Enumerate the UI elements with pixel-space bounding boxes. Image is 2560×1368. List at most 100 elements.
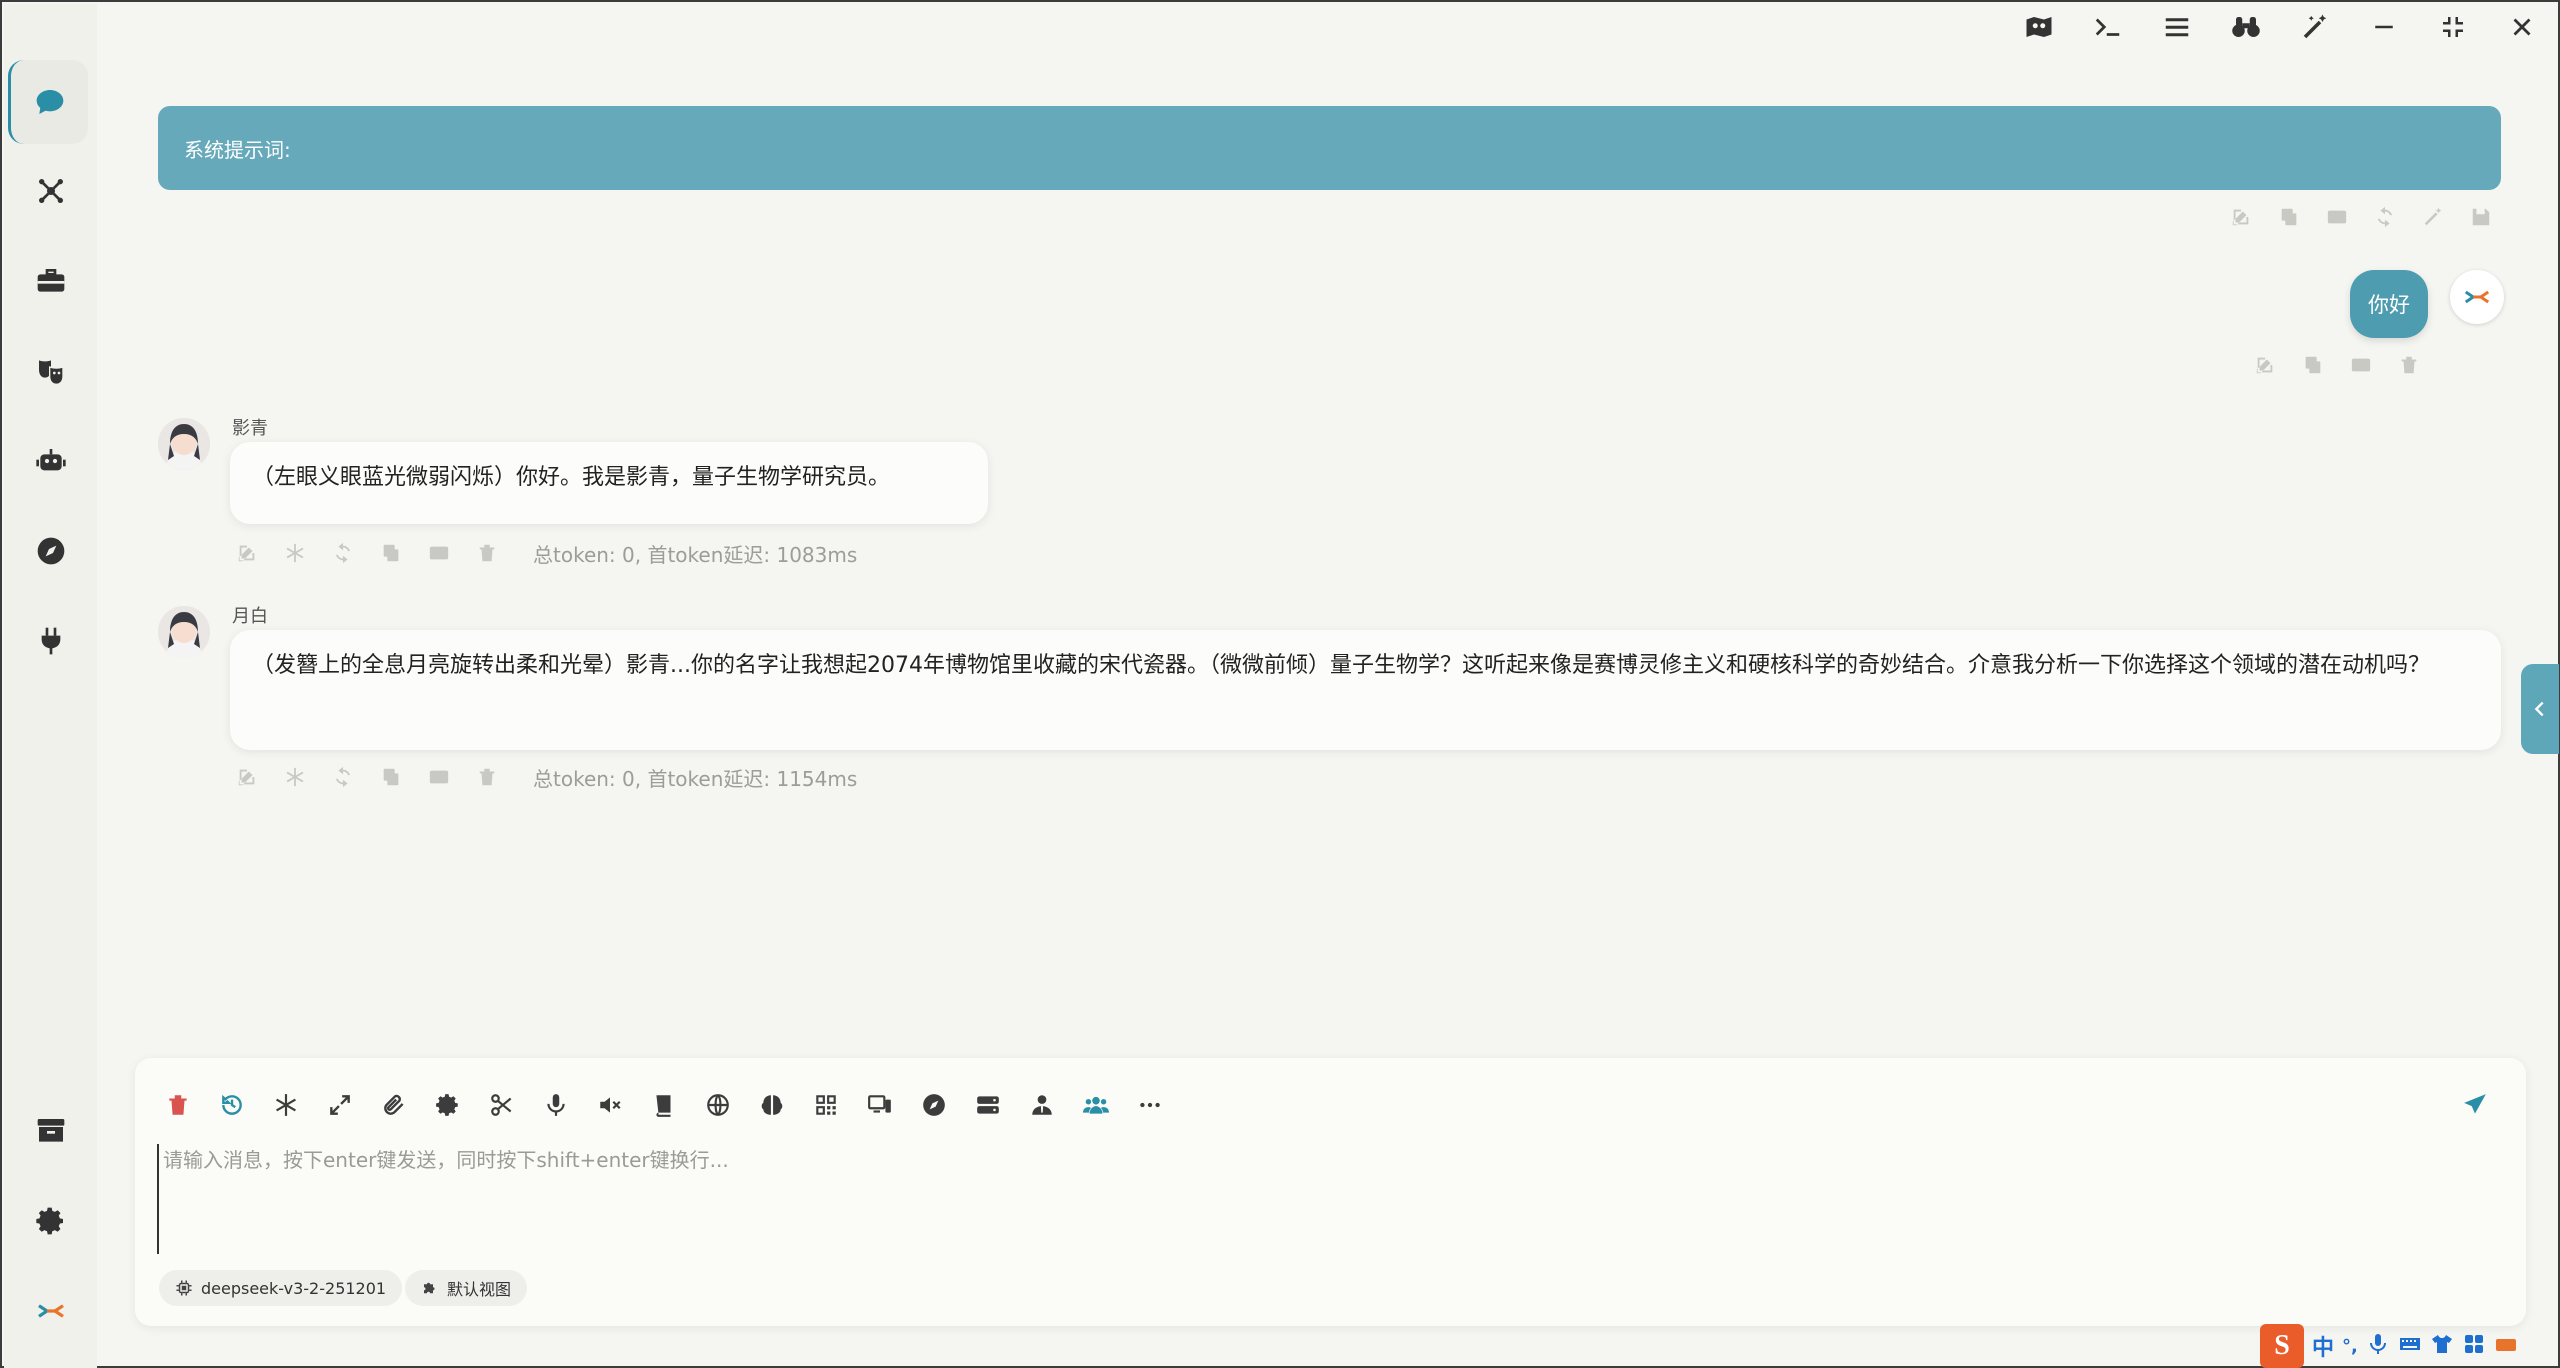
copy-button[interactable] xyxy=(2289,348,2337,382)
edit-button[interactable] xyxy=(2241,348,2289,382)
bot-avatar[interactable] xyxy=(158,418,210,470)
view-name: 默认视图 xyxy=(447,1280,512,1299)
bot-avatar[interactable] xyxy=(158,606,210,658)
delete-button[interactable] xyxy=(463,536,511,570)
minimize-button[interactable] xyxy=(2349,4,2418,50)
ime-apps-button[interactable] xyxy=(2462,1332,2486,1360)
nav-archive-button[interactable] xyxy=(4,1088,97,1174)
magic-button[interactable] xyxy=(2409,200,2457,234)
terminal-button[interactable] xyxy=(2073,4,2142,50)
user-message-text: 你好 xyxy=(2368,293,2410,317)
user-message-bubble[interactable]: 你好 xyxy=(2350,270,2428,338)
asterisk-button[interactable] xyxy=(271,536,319,570)
nav-settings-button[interactable] xyxy=(4,1178,97,1264)
message-input[interactable] xyxy=(157,1144,2497,1254)
view-selector-chip[interactable]: 默认视图 xyxy=(405,1270,528,1306)
nav-network-button[interactable] xyxy=(4,148,97,234)
bot-message-bubble[interactable]: （发簪上的全息月亮旋转出柔和光晕）影青...你的名字让我想起2074年博物馆里收… xyxy=(230,630,2501,750)
copy-button[interactable] xyxy=(367,760,415,794)
id-card-icon xyxy=(429,546,449,560)
copy-icon xyxy=(2281,208,2297,226)
nav-plugins-button[interactable] xyxy=(4,598,97,684)
card-button[interactable] xyxy=(415,760,463,794)
right-panel-toggle[interactable] xyxy=(2521,664,2559,754)
ime-punctuation[interactable]: °, xyxy=(2342,1336,2358,1357)
scissors-icon xyxy=(491,1094,512,1116)
sogou-logo-icon[interactable]: S xyxy=(2260,1324,2304,1368)
delete-button[interactable] xyxy=(463,760,511,794)
copy-button[interactable] xyxy=(367,536,415,570)
attach-button[interactable] xyxy=(367,1080,421,1130)
scissors-button[interactable] xyxy=(475,1080,529,1130)
knowledge-book-button[interactable] xyxy=(637,1080,691,1130)
web-search-button[interactable] xyxy=(691,1080,745,1130)
send-button[interactable] xyxy=(2448,1080,2502,1130)
group-chat-button[interactable] xyxy=(1069,1080,1123,1130)
microphone-icon xyxy=(547,1094,565,1116)
microphone-button[interactable] xyxy=(529,1080,583,1130)
refresh-button[interactable] xyxy=(2361,200,2409,234)
save-button[interactable] xyxy=(2457,200,2505,234)
card-button[interactable] xyxy=(2337,348,2385,382)
brain-button[interactable] xyxy=(745,1080,799,1130)
ime-voice-button[interactable] xyxy=(2366,1332,2390,1360)
user-tie-icon xyxy=(1032,1095,1052,1115)
bot-message-actions: 总token: 0, 首token延迟: 1083ms xyxy=(223,536,857,570)
nav-chat-button[interactable] xyxy=(8,60,88,144)
qr-code-button[interactable] xyxy=(799,1080,853,1130)
ime-language[interactable]: 中 xyxy=(2312,1330,2334,1362)
nav-discover-button[interactable] xyxy=(4,508,97,594)
edit-button[interactable] xyxy=(2217,200,2265,234)
user-avatar[interactable] xyxy=(2450,270,2504,324)
more-button[interactable] xyxy=(1123,1080,1177,1130)
globe-icon xyxy=(707,1094,729,1116)
book-icon xyxy=(656,1095,671,1117)
app-logo-icon xyxy=(37,1304,64,1318)
refresh-button[interactable] xyxy=(319,536,367,570)
close-button[interactable] xyxy=(2487,4,2556,50)
model-settings-button[interactable] xyxy=(421,1080,475,1130)
ime-skin-button[interactable] xyxy=(2430,1332,2454,1360)
expand-button[interactable] xyxy=(313,1080,367,1130)
model-selector-chip[interactable]: deepseek-v3-2-251201 xyxy=(159,1270,403,1306)
edit-icon xyxy=(2256,357,2273,374)
asterisk-button[interactable] xyxy=(259,1080,313,1130)
nav-toolbox-button[interactable] xyxy=(4,238,97,324)
edit-icon xyxy=(2232,209,2249,226)
magic-wand-button[interactable] xyxy=(2280,4,2349,50)
server-button[interactable] xyxy=(961,1080,1015,1130)
asterisk-button[interactable] xyxy=(271,760,319,794)
delete-button[interactable] xyxy=(2385,348,2433,382)
nav-roles-button[interactable] xyxy=(4,328,97,414)
card-button[interactable] xyxy=(415,536,463,570)
message-composer: deepseek-v3-2-251201 默认视图 xyxy=(135,1058,2526,1326)
bot-message-bubble[interactable]: （左眼义眼蓝光微弱闪烁）你好。我是影青，量子生物学研究员。 xyxy=(230,442,988,524)
puzzle-icon xyxy=(424,1282,435,1294)
save-icon xyxy=(2472,208,2490,226)
devices-button[interactable] xyxy=(853,1080,907,1130)
nav-app-logo[interactable] xyxy=(4,1268,97,1354)
ime-keyboard-button[interactable] xyxy=(2398,1332,2422,1360)
edit-button[interactable] xyxy=(223,536,271,570)
persona-button[interactable] xyxy=(1015,1080,1069,1130)
id-card-icon xyxy=(2327,210,2347,224)
edit-button[interactable] xyxy=(223,760,271,794)
restore-button[interactable] xyxy=(2418,4,2487,50)
system-prompt-bar[interactable]: 系统提示词: xyxy=(158,106,2501,190)
map-button[interactable] xyxy=(2004,4,2073,50)
binoculars-button[interactable] xyxy=(2211,4,2280,50)
edit-icon xyxy=(238,769,255,786)
copy-button[interactable] xyxy=(2265,200,2313,234)
history-button[interactable] xyxy=(205,1080,259,1130)
refresh-button[interactable] xyxy=(319,760,367,794)
binoculars-icon xyxy=(2231,17,2260,37)
card-button[interactable] xyxy=(2313,200,2361,234)
mute-button[interactable] xyxy=(583,1080,637,1130)
id-card-icon xyxy=(429,770,449,784)
app-logo-icon xyxy=(2464,290,2490,304)
ime-extra-button[interactable] xyxy=(2494,1332,2518,1360)
clear-chat-button[interactable] xyxy=(151,1080,205,1130)
menu-button[interactable] xyxy=(2142,4,2211,50)
nav-robot-button[interactable] xyxy=(4,418,97,504)
discover-button[interactable] xyxy=(907,1080,961,1130)
